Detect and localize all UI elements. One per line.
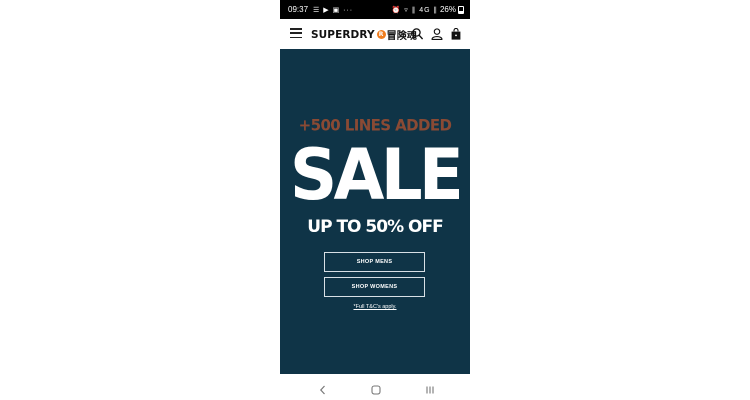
site-header: SUPERDRY R 冒険魂 [280, 19, 470, 49]
search-icon[interactable] [412, 27, 423, 45]
battery-level: 26% [439, 5, 456, 14]
hamburger-icon[interactable] [290, 28, 302, 38]
sale-banner: +500 LINES ADDED SALE UP TO 50% OFF SHOP… [280, 49, 470, 374]
brand-logo[interactable]: SUPERDRY R 冒険魂 [311, 27, 417, 43]
lines-added-text: +500 LINES ADDED [298, 115, 452, 135]
recents-icon[interactable] [425, 382, 435, 400]
battery-icon [458, 5, 464, 14]
status-time: 09:37 [288, 5, 309, 14]
notification-icons: ☰ ▶ ▣ ··· [313, 6, 354, 14]
android-nav-bar [280, 374, 470, 400]
shop-mens-button[interactable]: SHOP MENS [324, 252, 425, 272]
phone-screen: 09:37 ☰ ▶ ▣ ··· ⏰ ▿ ∥ 4G ∥ 26% SUPERDRY … [280, 0, 470, 400]
system-icons: ⏰ ▿ ∥ 4G ∥ [391, 6, 438, 14]
brand-name: SUPERDRY [311, 28, 375, 41]
brand-reg-mark: R [376, 30, 386, 39]
back-icon[interactable] [319, 382, 327, 400]
terms-link[interactable]: *Full T&C's apply. [280, 304, 470, 310]
sale-headline: SALE [289, 134, 464, 216]
status-bar: 09:37 ☰ ▶ ▣ ··· ⏰ ▿ ∥ 4G ∥ 26% [280, 0, 470, 19]
shopping-bag-icon[interactable] [451, 27, 461, 45]
home-icon[interactable] [371, 382, 381, 400]
user-icon[interactable] [431, 27, 443, 45]
discount-subheadline: UP TO 50% OFF [307, 217, 443, 237]
shop-womens-button[interactable]: SHOP WOMENS [324, 277, 425, 297]
